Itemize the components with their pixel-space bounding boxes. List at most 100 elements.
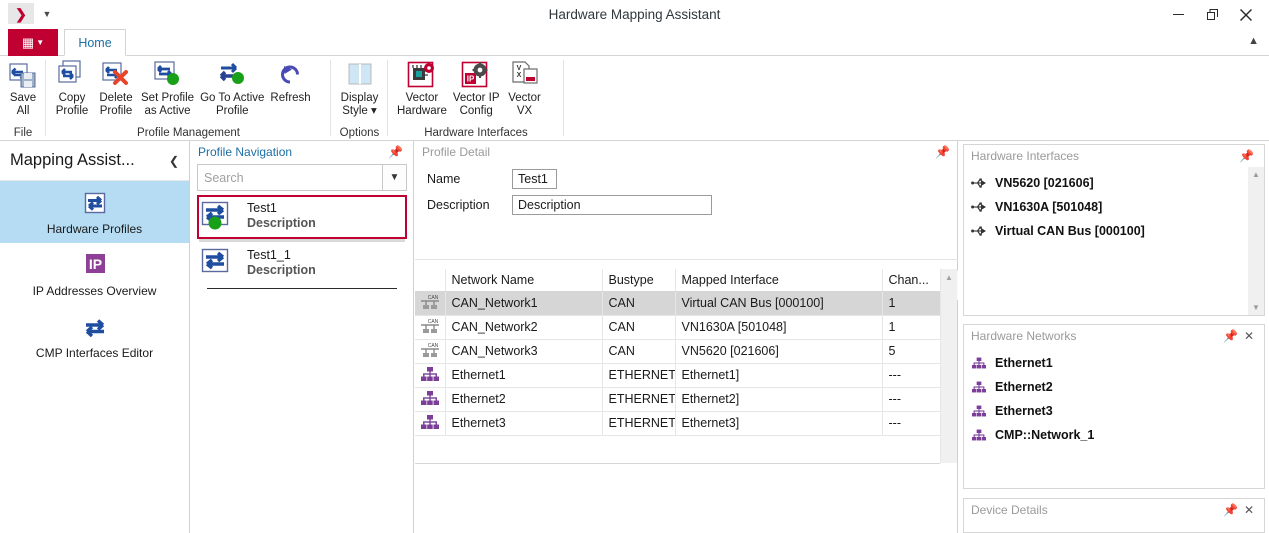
- goto-active-profile-button[interactable]: Go To Active Profile: [197, 58, 267, 118]
- set-profile-active-button[interactable]: Set Profile as Active: [138, 58, 197, 118]
- scroll-up-icon[interactable]: ▲: [941, 269, 957, 285]
- pin-icon[interactable]: 📌: [1220, 329, 1241, 343]
- copy-profile-label: Copy Profile: [55, 92, 89, 117]
- can-network-icon: CAN: [415, 315, 446, 340]
- list-item[interactable]: Ethernet2: [964, 375, 1264, 399]
- table-row[interactable]: Ethernet2 ETHERNET Ethernet2] ---: [415, 387, 941, 412]
- ethernet-network-icon: [970, 404, 988, 418]
- profile-detail-panel: Profile Detail 📌 Name Test1 Description …: [415, 141, 958, 533]
- close-icon[interactable]: ✕: [1241, 503, 1257, 517]
- cmp-interfaces-icon: [80, 313, 110, 343]
- save-profile-icon: [8, 58, 38, 92]
- copy-profile-icon: [56, 58, 88, 92]
- pin-icon[interactable]: 📌: [1236, 149, 1257, 163]
- vector-hardware-button[interactable]: Vector Hardware: [394, 58, 450, 118]
- list-item[interactable]: VN5620 [021606]: [964, 171, 1264, 195]
- search-input-text: Search: [204, 170, 244, 185]
- search-input[interactable]: Search ▼: [197, 164, 407, 191]
- copy-profile-button[interactable]: Copy Profile: [50, 58, 94, 118]
- profile-detail-form: Name Test1 Description Description: [415, 163, 957, 218]
- sidebar-item-cmp-interfaces-editor[interactable]: CMP Interfaces Editor: [0, 305, 189, 367]
- save-all-button[interactable]: Save All: [1, 58, 45, 118]
- profile-list-item-selected[interactable]: Test1 Description: [197, 195, 407, 239]
- grid-scrollbar[interactable]: ▲: [940, 269, 957, 463]
- minimize-icon[interactable]: [1161, 0, 1195, 29]
- list-item[interactable]: Virtual CAN Bus [000100]: [964, 219, 1264, 243]
- svg-text:CAN: CAN: [427, 319, 438, 325]
- list-item[interactable]: Ethernet3: [964, 399, 1264, 423]
- list-item[interactable]: VN1630A [501048]: [964, 195, 1264, 219]
- list-item[interactable]: CMP::Network_1: [964, 423, 1264, 447]
- chevron-left-icon[interactable]: ❮: [169, 154, 179, 168]
- cell-mapped-interface: VN5620 [021606]: [675, 339, 883, 364]
- hardware-interfaces-header: Hardware Interfaces 📌: [964, 145, 1264, 167]
- window-controls: [1161, 0, 1263, 29]
- divider: [415, 463, 940, 464]
- list-item[interactable]: Ethernet1: [964, 351, 1264, 375]
- sidebar-header: Mapping Assist... ❮: [0, 141, 189, 181]
- column-header-icon[interactable]: [415, 269, 446, 292]
- scroll-down-icon[interactable]: ▼: [1252, 300, 1260, 315]
- sidebar-item-ip-addresses-overview[interactable]: IP IP Addresses Overview: [0, 243, 189, 305]
- restore-icon[interactable]: [1195, 0, 1229, 29]
- svg-text:IP: IP: [88, 256, 101, 272]
- display-style-button[interactable]: Display Style ▾: [338, 58, 382, 118]
- list-item-label: Virtual CAN Bus [000100]: [995, 224, 1145, 238]
- profile-item-text: Test1 Description: [247, 201, 316, 231]
- delete-profile-button[interactable]: Delete Profile: [94, 58, 138, 118]
- cell-network-name: Ethernet3: [445, 411, 603, 436]
- sidebar-item-label: Hardware Profiles: [46, 221, 143, 236]
- vector-vx-icon: V X: [510, 58, 540, 92]
- table-row[interactable]: CAN CAN_Network1 CAN Virtual CAN Bus [00…: [415, 291, 941, 316]
- close-icon[interactable]: [1229, 0, 1263, 29]
- hardware-networks-header: Hardware Networks 📌 ✕: [964, 325, 1264, 347]
- description-field[interactable]: Description: [512, 195, 712, 215]
- profile-list-item[interactable]: Test1_1 Description: [197, 242, 407, 286]
- table-row[interactable]: Ethernet1 ETHERNET Ethernet1] ---: [415, 363, 941, 388]
- refresh-button[interactable]: Refresh: [267, 58, 313, 105]
- pin-icon[interactable]: 📌: [1220, 503, 1241, 517]
- pin-icon[interactable]: 📌: [935, 145, 950, 159]
- ethernet-network-icon: [415, 387, 446, 412]
- usb-device-icon: [970, 201, 988, 213]
- table-row[interactable]: CAN CAN_Network2 CAN VN1630A [501048] 1: [415, 315, 941, 340]
- name-label: Name: [427, 172, 461, 186]
- sidebar-item-hardware-profiles[interactable]: Hardware Profiles: [0, 181, 189, 243]
- table-row[interactable]: Ethernet3 ETHERNET Ethernet3] ---: [415, 411, 941, 436]
- chevron-down-icon[interactable]: ▼: [382, 165, 406, 190]
- cell-mapped-interface: Ethernet3]: [675, 411, 883, 436]
- divider: [207, 288, 397, 289]
- cell-mapped-interface: VN1630A [501048]: [675, 315, 883, 340]
- column-header-mapped-interface[interactable]: Mapped Interface: [675, 269, 883, 292]
- close-icon[interactable]: ✕: [1241, 329, 1257, 343]
- cell-bustype: ETHERNET: [602, 387, 676, 412]
- profile-detail-header: Profile Detail 📌: [415, 141, 957, 163]
- scroll-up-icon[interactable]: ▲: [1252, 167, 1260, 182]
- pin-icon[interactable]: 📌: [385, 145, 406, 159]
- vector-ip-config-button[interactable]: IP Vector IP Config: [450, 58, 503, 118]
- ribbon-group-profile-management: Copy Profile Delete Profile Set Profile …: [46, 56, 331, 141]
- hardware-interfaces-list: VN5620 [021606] VN1630A [501048] Virtual…: [964, 167, 1264, 315]
- cell-bustype: ETHERNET: [602, 363, 676, 388]
- hardware-interfaces-scrollbar[interactable]: ▲ ▼: [1248, 167, 1264, 315]
- application-window: ❯ ▼ Hardware Mapping Assistant ▦ ▼ Home …: [0, 0, 1269, 533]
- vector-vx-button[interactable]: V X Vector VX: [503, 58, 547, 118]
- column-header-bustype[interactable]: Bustype: [602, 269, 676, 292]
- hardware-interfaces-panel: Hardware Interfaces 📌 VN5620 [021606] VN…: [963, 144, 1265, 316]
- column-header-channel[interactable]: Chan...: [882, 269, 941, 292]
- refresh-label: Refresh: [270, 92, 311, 104]
- usb-device-icon: [970, 225, 988, 237]
- name-field[interactable]: Test1: [512, 169, 557, 189]
- list-item-label: Ethernet2: [995, 380, 1053, 394]
- ethernet-network-icon: [970, 428, 988, 442]
- column-header-network-name[interactable]: Network Name: [445, 269, 603, 292]
- ethernet-network-icon: [415, 411, 446, 436]
- table-row[interactable]: CAN CAN_Network3 CAN VN5620 [021606] 5: [415, 339, 941, 364]
- ethernet-network-icon: [415, 363, 446, 388]
- ribbon-group-file: Save All File: [0, 56, 46, 141]
- chevron-up-icon[interactable]: ▲: [1248, 36, 1259, 47]
- tab-home[interactable]: Home: [64, 29, 126, 56]
- file-menu-button[interactable]: ▦ ▼: [8, 29, 58, 56]
- cell-mapped-interface: Ethernet2]: [675, 387, 883, 412]
- cell-channel: 1: [882, 291, 941, 316]
